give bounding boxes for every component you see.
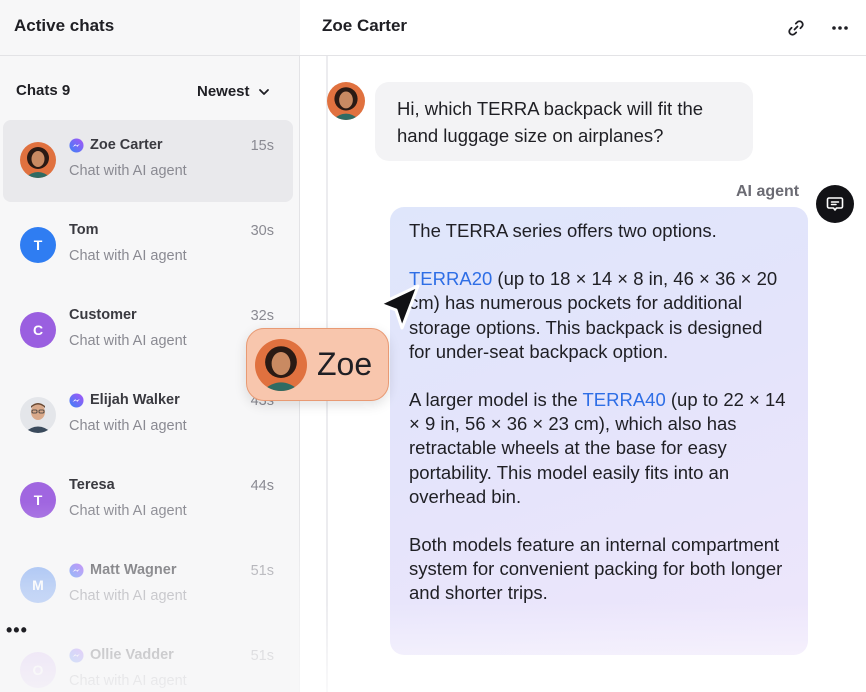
chat-bubble-icon <box>826 197 844 211</box>
customer-message-bubble: Hi, which TERRA backpack will fit the ha… <box>375 82 753 161</box>
conversation-header: Zoe Carter <box>300 0 866 56</box>
tag-name: Zoe <box>317 346 373 382</box>
agent-paragraph: A larger model is the TERRA40 (up to 22 … <box>409 388 789 509</box>
more-menu-button[interactable] <box>828 16 852 40</box>
avatar-photo-icon <box>20 397 56 433</box>
chat-subtitle: Chat with AI agent <box>69 163 187 179</box>
avatar-photo-icon <box>20 142 56 178</box>
cursor-arrow-icon <box>378 284 420 330</box>
messenger-icon <box>69 562 84 578</box>
messenger-icon <box>69 137 84 153</box>
chat-time: 15s <box>250 138 274 154</box>
sort-dropdown[interactable]: Newest <box>197 83 270 100</box>
chat-subtitle: Chat with AI agent <box>69 503 187 519</box>
chat-time: 51s <box>250 563 274 579</box>
chat-list-item[interactable]: Zoe Carter Chat with AI agent 15s <box>3 120 293 202</box>
product-link-terra40[interactable]: TERRA40 <box>582 389 665 410</box>
chevron-down-icon <box>258 88 269 95</box>
chat-subtitle: Chat with AI agent <box>69 588 187 604</box>
sidebar-title: Active chats <box>14 16 115 35</box>
messenger-icon <box>69 392 84 408</box>
agent-paragraph: Both models feature an internal compartm… <box>409 534 783 604</box>
chat-contact-name: Customer <box>69 307 137 323</box>
more-options-button[interactable]: ••• <box>6 620 28 641</box>
chat-contact-name: Matt Wagner <box>90 562 177 578</box>
chat-time: 44s <box>250 478 274 494</box>
sort-selected-value: Newest <box>197 83 250 100</box>
chats-count: Chats 9 <box>16 82 71 99</box>
chat-list-item[interactable]: T Tom Chat with AI agent 30s <box>3 205 293 287</box>
avatar: O <box>20 652 56 688</box>
chat-subtitle: Chat with AI agent <box>69 673 187 689</box>
chat-contact-name: Teresa <box>69 477 115 493</box>
chat-subtitle: Chat with AI agent <box>69 333 187 349</box>
customer-avatar <box>327 82 365 120</box>
chat-subtitle: Chat with AI agent <box>69 248 187 264</box>
avatar <box>20 397 56 433</box>
conversation-title: Zoe Carter <box>322 16 408 35</box>
agent-paragraph: TERRA20 (up to 18 × 14 × 8 in, 46 × 36 ×… <box>409 267 789 364</box>
agent-paragraph-text: A larger model is the <box>409 389 583 411</box>
agent-paragraph: The TERRA series offers two options. <box>409 220 717 241</box>
agent-label: AI agent <box>736 183 800 200</box>
chat-contact-name: Ollie Vadder <box>90 647 174 663</box>
tag-avatar <box>255 338 307 391</box>
avatar-photo-icon <box>255 338 307 391</box>
sidebar-header: Active chats <box>0 0 300 56</box>
chat-contact-name: Tom <box>69 222 99 238</box>
cursor-user-tag: Zoe <box>246 328 389 401</box>
avatar: T <box>20 227 56 263</box>
chat-contact-name: Elijah Walker <box>90 392 180 408</box>
ai-agent-avatar <box>816 185 854 223</box>
link-icon <box>788 20 804 36</box>
chat-subtitle: Chat with AI agent <box>69 418 187 434</box>
avatar: T <box>20 482 56 518</box>
chat-list-item[interactable]: T Teresa Chat with AI agent 44s <box>3 460 293 542</box>
chat-contact-name: Zoe Carter <box>90 137 163 153</box>
copy-link-button[interactable] <box>784 16 808 40</box>
chat-time: 32s <box>250 308 274 324</box>
avatar: M <box>20 567 56 603</box>
avatar <box>20 142 56 178</box>
avatar-photo-icon <box>327 82 365 120</box>
chat-list-item[interactable]: M Matt Wagner Chat with AI agent 51s <box>3 545 293 627</box>
more-horizontal-icon <box>832 26 848 30</box>
app-window: Active chats Chats 9 Newest Zoe Carter C… <box>0 0 866 692</box>
chat-time: 30s <box>250 223 274 239</box>
agent-message-bubble: The TERRA series offers two options. TER… <box>390 207 808 655</box>
chat-list-item[interactable]: O Ollie Vadder Chat with AI agent 51s <box>3 630 293 692</box>
chat-time: 51s <box>250 648 274 664</box>
messenger-icon <box>69 647 84 663</box>
avatar: C <box>20 312 56 348</box>
